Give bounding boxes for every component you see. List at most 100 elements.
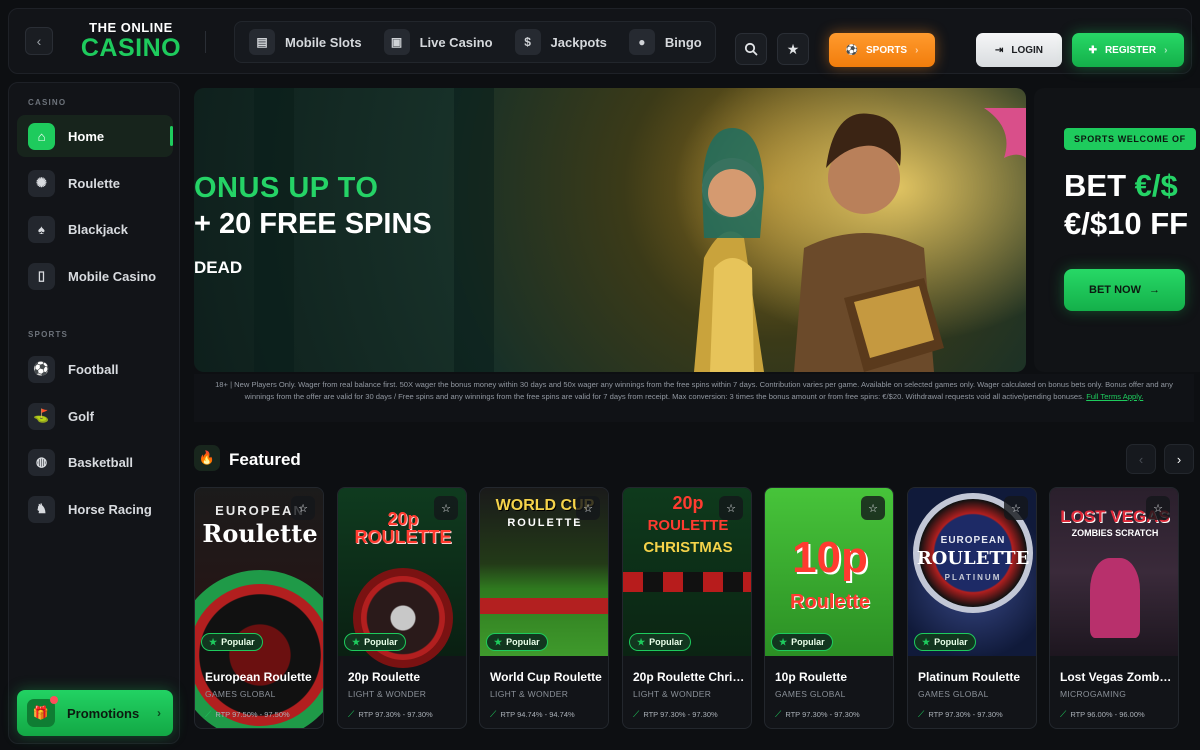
golf-icon: ⛳ xyxy=(28,402,55,430)
promotions-button[interactable]: 🎁 Promotions › xyxy=(17,690,173,736)
popular-label: Popular xyxy=(221,637,255,647)
home-icon: ⌂ xyxy=(28,122,55,150)
nav-item-live-casino[interactable]: ▣ Live Casino xyxy=(383,29,493,55)
logo-line-2: CASINO xyxy=(80,34,182,62)
chart-icon: ⟋ xyxy=(918,709,925,719)
add-user-icon: ✚ xyxy=(1088,44,1097,56)
disclaimer-text: 18+ | New Players Only. Wager from real … xyxy=(215,380,1173,401)
star-icon: ☆ xyxy=(868,502,878,515)
top-navigation-bar: ‹ THE ONLINE CASINO ▤ Mobile Slots ▣ Liv… xyxy=(8,8,1192,74)
rtp-text: RTP 97.30% - 97.30% xyxy=(928,710,1003,719)
popular-label: Popular xyxy=(364,637,398,647)
thumb-text: ROULETTE xyxy=(916,548,1030,569)
sidebar-item-football[interactable]: ⚽ Football xyxy=(17,348,173,390)
chevron-right-icon: › xyxy=(1164,44,1168,56)
thumb-text: Roulette xyxy=(790,591,870,613)
chevron-left-icon[interactable]: ‹ xyxy=(25,27,53,55)
game-provider: GAMES GLOBAL xyxy=(775,689,846,699)
favorite-star-button[interactable]: ☆ xyxy=(1004,496,1028,520)
game-title: World Cup Roulette xyxy=(490,670,602,684)
game-provider: LIGHT & WONDER xyxy=(490,689,569,699)
logo-line-1: THE ONLINE xyxy=(89,20,173,35)
hero-headline: ONUS UP TO xyxy=(194,172,379,204)
game-card-20p-roulette[interactable]: 20p ROULETTE ☆ ★ Popular 20p Roulette LIG… xyxy=(337,487,467,729)
rtp-text: RTP 97.30% - 97.30% xyxy=(358,710,433,719)
popular-label: Popular xyxy=(506,637,540,647)
game-card-lost-vegas-zombies-scratch[interactable]: LOST VEGAS ZOMBIES SCRATCH ☆ Lost Vegas … xyxy=(1049,487,1179,729)
sidebar-section-sports: SPORTS xyxy=(28,330,69,339)
chevron-left-icon: ‹ xyxy=(1138,451,1144,467)
sidebar-item-basketball[interactable]: ◍ Basketball xyxy=(17,441,173,483)
star-icon: ☆ xyxy=(298,502,308,515)
rtp-text: RTP 97.30% - 97.30% xyxy=(785,710,860,719)
rtp-text: RTP 96.00% - 96.00% xyxy=(1070,710,1145,719)
game-title: 20p Roulette xyxy=(348,670,421,684)
sports-promo-green: €/$ xyxy=(1134,168,1178,203)
sports-button[interactable]: ⚽ SPORTS › xyxy=(829,33,935,67)
game-card-world-cup-roulette[interactable]: WORLD CUP ROULETTE ☆ ★ Popular World Cup … xyxy=(479,487,609,729)
thumb-text: ZOMBIES SCRATCH xyxy=(1071,528,1159,538)
popular-badge: ★ Popular xyxy=(914,633,976,651)
favorite-star-button[interactable]: ☆ xyxy=(719,496,743,520)
sidebar-item-blackjack[interactable]: ♠ Blackjack xyxy=(17,208,173,250)
nav-item-jackpots[interactable]: $ Jackpots xyxy=(514,29,607,55)
sports-promo-line-1: BET €/$ xyxy=(1064,168,1178,204)
login-button[interactable]: ⇥ LOGIN xyxy=(976,33,1062,67)
star-icon: ★ xyxy=(779,636,788,647)
game-rtp: ⟋ RTP 94.74% - 94.74% xyxy=(490,709,575,720)
game-title: 10p Roulette xyxy=(775,670,848,684)
hero-banner[interactable]: ONUS UP TO + 20 FREE SPINS DEAD xyxy=(194,88,1026,372)
money-bag-icon: $ xyxy=(514,29,541,55)
nav-item-bingo[interactable]: ● Bingo xyxy=(628,29,702,55)
popular-badge: ★ Popular xyxy=(344,633,406,651)
popular-badge: ★ Popular xyxy=(771,633,833,651)
game-card-european-roulette[interactable]: EUROPEAN Roulette ☆ ★ Popular European Ro… xyxy=(194,487,324,729)
sidebar-item-home[interactable]: ⌂ Home xyxy=(17,115,173,157)
game-rtp: ⟋ RTP 97.30% - 97.30% xyxy=(348,709,433,720)
bet-now-button[interactable]: BET NOW → xyxy=(1064,269,1185,311)
roulette-table-row xyxy=(480,598,608,614)
sidebar-item-label: Football xyxy=(68,361,119,377)
sports-welcome-banner[interactable]: SPORTS WELCOME OF BET €/$ €/$10 FF BET N… xyxy=(1034,88,1200,372)
game-provider: GAMES GLOBAL xyxy=(205,689,276,699)
favorites-button[interactable]: ★ xyxy=(777,33,809,65)
full-terms-link[interactable]: Full Terms Apply. xyxy=(1086,392,1143,401)
favorite-star-button[interactable]: ☆ xyxy=(1146,496,1170,520)
nav-item-label: Bingo xyxy=(664,34,702,50)
thumb-text: Roulette xyxy=(202,519,318,548)
bingo-ball-icon: ● xyxy=(628,29,655,55)
popular-badge: ★ Popular xyxy=(201,633,263,651)
favorite-star-button[interactable]: ☆ xyxy=(291,496,315,520)
nav-item-mobile-slots[interactable]: ▤ Mobile Slots xyxy=(249,29,362,55)
sidebar-item-mobile-casino[interactable]: ▯ Mobile Casino xyxy=(17,255,173,297)
game-provider: LIGHT & WONDER xyxy=(633,689,712,699)
rtp-text: RTP 97.50% - 97.50% xyxy=(215,710,290,719)
star-icon: ☆ xyxy=(726,502,736,515)
search-icon xyxy=(744,42,758,56)
register-button[interactable]: ✚ REGISTER › xyxy=(1072,33,1184,67)
favorite-star-button[interactable]: ☆ xyxy=(434,496,458,520)
game-rtp: ⟋ RTP 96.00% - 96.00% xyxy=(1060,709,1145,720)
star-icon: ★ xyxy=(786,40,800,57)
sidebar-item-horse-racing[interactable]: ♞ Horse Racing xyxy=(17,488,173,530)
sidebar-item-label: Mobile Casino xyxy=(68,268,157,284)
gift-icon: 🎁 xyxy=(27,696,58,727)
header-divider xyxy=(205,31,206,53)
game-rtp: ⟋ RTP 97.30% - 97.30% xyxy=(918,709,1003,720)
sidebar-item-golf[interactable]: ⛳ Golf xyxy=(17,395,173,437)
popular-label: Popular xyxy=(934,637,968,647)
site-logo[interactable]: THE ONLINE CASINO xyxy=(71,21,191,61)
game-card-platinum-roulette[interactable]: EUROPEAN ROULETTE PLATINUM ☆ ★ Popular Pl… xyxy=(907,487,1037,729)
sidebar-item-roulette[interactable]: ✺ Roulette xyxy=(17,162,173,204)
game-title: Lost Vegas Zombies Scratch xyxy=(1060,670,1174,684)
favorite-star-button[interactable]: ☆ xyxy=(861,496,885,520)
search-button[interactable] xyxy=(735,33,767,65)
game-card-10p-roulette[interactable]: 10p Roulette ☆ ★ Popular 10p Roulette GAM… xyxy=(764,487,894,729)
carousel-next-button[interactable]: › xyxy=(1164,444,1194,474)
mobile-slots-icon: ▤ xyxy=(249,29,275,55)
game-rtp: ⟋ RTP 97.50% - 97.50% xyxy=(205,709,290,720)
favorite-star-button[interactable]: ☆ xyxy=(576,496,600,520)
game-card-20p-roulette-christmas[interactable]: 20p ROULETTE CHRISTMAS ☆ ★ Popular 20p Ro… xyxy=(622,487,752,729)
carousel-prev-button[interactable]: ‹ xyxy=(1126,444,1156,474)
zombie-figure xyxy=(1090,558,1140,638)
